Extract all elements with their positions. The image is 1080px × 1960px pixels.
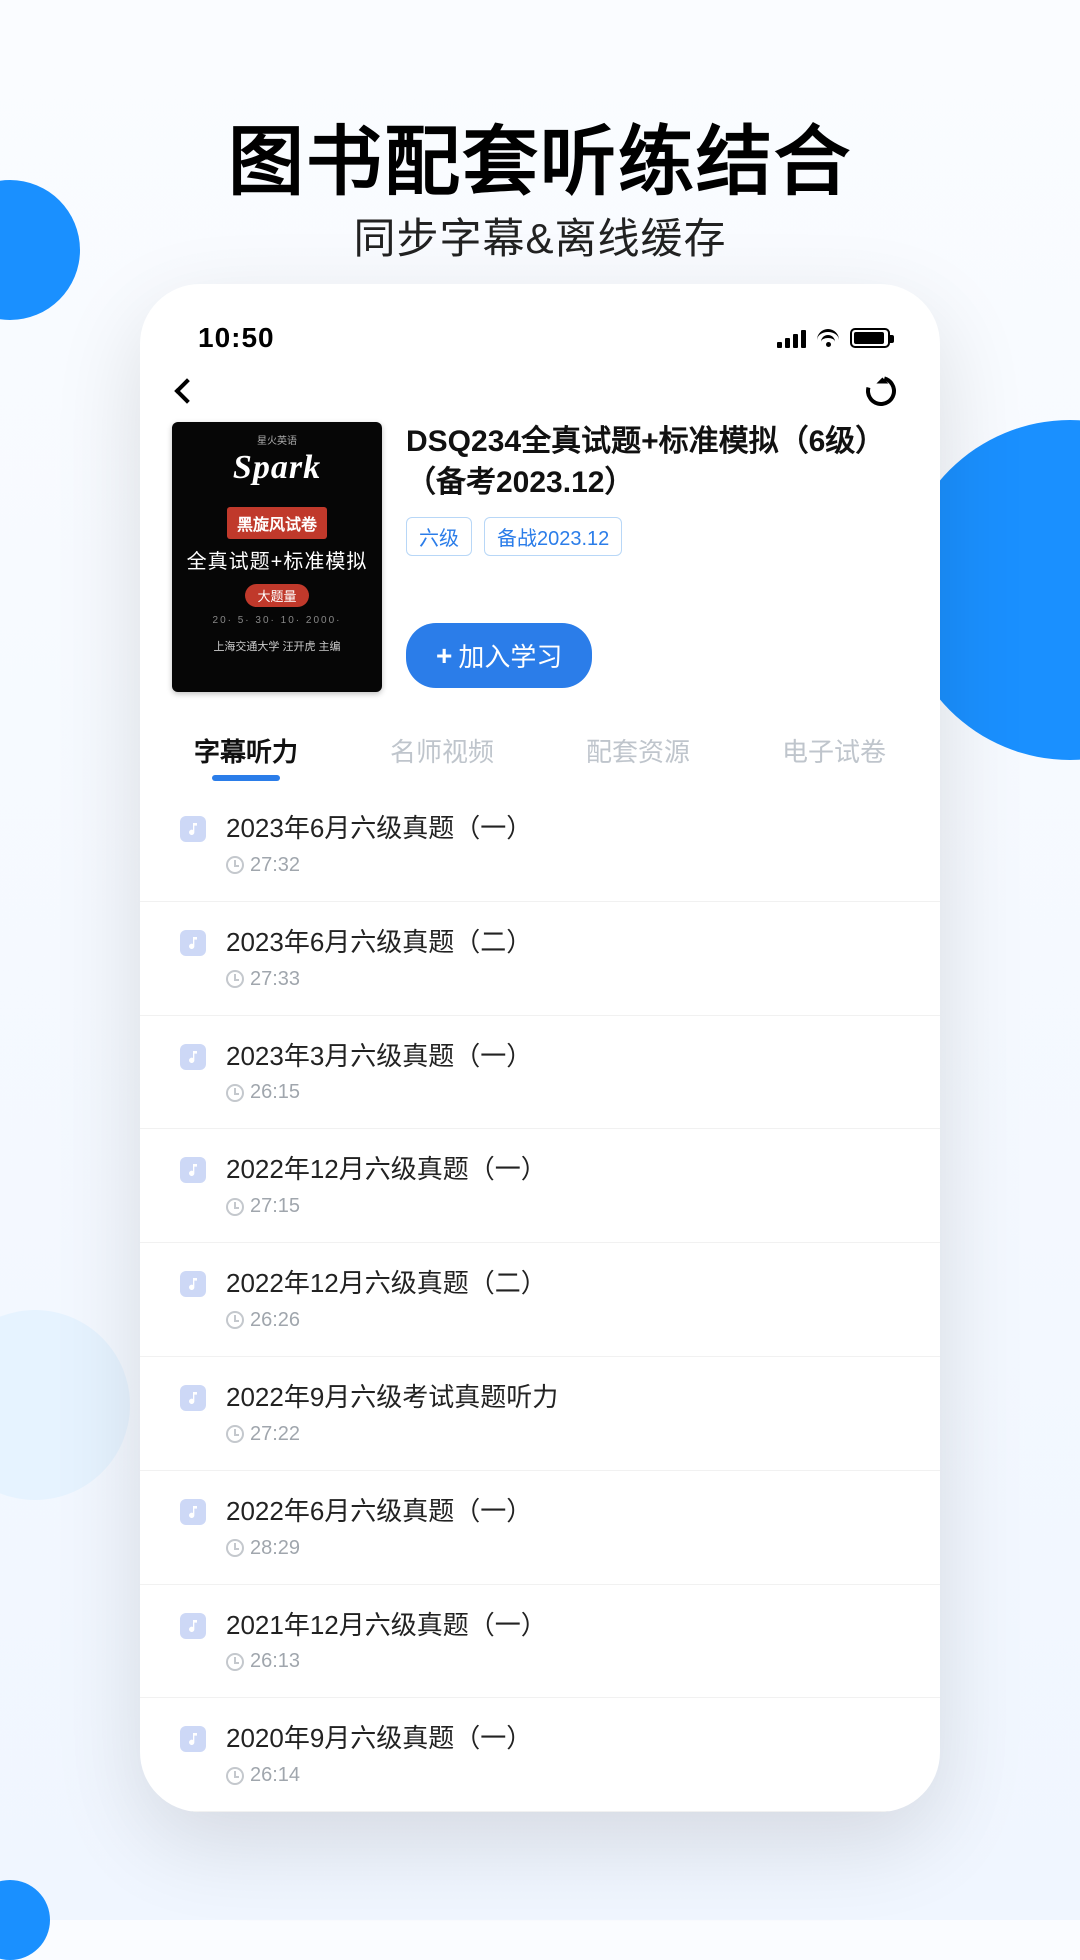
book-cover[interactable]: 星火英语 Spark 黑旋风试卷 全真试题+标准模拟 大题量 20· 5· 30… — [172, 422, 382, 692]
clock-icon — [226, 1653, 244, 1671]
audio-icon — [180, 816, 206, 842]
list-item[interactable]: 2020年9月六级真题（一） 26:14 — [140, 1698, 940, 1812]
wifi-icon — [816, 329, 840, 347]
audio-list[interactable]: 2023年6月六级真题（一）27:322023年6月六级真题（二）27:3320… — [140, 788, 940, 1812]
tab-subtitle-listening[interactable]: 字幕听力 — [190, 722, 302, 787]
tab-resources[interactable]: 配套资源 — [582, 722, 694, 787]
status-indicators — [777, 328, 890, 348]
cover-brand: Spark — [233, 449, 321, 487]
item-title: 2022年12月六级真题（一） — [226, 1153, 900, 1187]
tab-teacher-video[interactable]: 名师视频 — [386, 722, 498, 787]
clock-icon — [226, 1539, 244, 1557]
item-title: 2023年6月六级真题（二） — [226, 926, 900, 960]
list-item[interactable]: 2022年6月六级真题（一） 28:29 — [140, 1471, 940, 1585]
tab-exam-paper[interactable]: 电子试卷 — [778, 722, 890, 787]
phone-frame: 10:50 星火英语 Spark 黑旋风试卷 全真试题+标准模拟 大题量 20·… — [140, 284, 940, 1812]
audio-icon — [180, 1385, 206, 1411]
audio-icon — [180, 1157, 206, 1183]
list-item[interactable]: 2023年3月六级真题（一） 26:15 — [140, 1016, 940, 1130]
promo-subtitle: 同步字幕&离线缓存 — [0, 205, 1080, 266]
item-duration: 27:32 — [226, 854, 900, 877]
item-title: 2021年12月六级真题（一） — [226, 1609, 900, 1643]
list-item[interactable]: 2023年6月六级真题（一） 27:32 — [140, 788, 940, 902]
book-header: 星火英语 Spark 黑旋风试卷 全真试题+标准模拟 大题量 20· 5· 30… — [170, 416, 910, 718]
item-duration: 26:13 — [226, 1650, 900, 1673]
join-study-button[interactable]: + 加入学习 — [406, 623, 592, 688]
list-item[interactable]: 2022年12月六级真题（二） 26:26 — [140, 1243, 940, 1357]
clock-icon — [226, 970, 244, 988]
clock-icon — [226, 1084, 244, 1102]
item-title: 2022年12月六级真题（二） — [226, 1267, 900, 1301]
audio-icon — [180, 930, 206, 956]
status-bar: 10:50 — [170, 312, 910, 360]
clock-icon — [226, 856, 244, 874]
book-title: DSQ234全真试题+标准模拟（6级）（备考2023.12） — [406, 422, 908, 503]
back-icon[interactable] — [174, 378, 199, 403]
clock-icon — [226, 1767, 244, 1785]
cover-pill: 大题量 — [245, 584, 308, 607]
tag-exam[interactable]: 备战2023.12 — [484, 517, 622, 556]
join-label: 加入学习 — [458, 637, 562, 674]
tabs: 字幕听力 名师视频 配套资源 电子试卷 — [140, 718, 940, 788]
promo-title: 图书配套听练结合 — [0, 100, 1080, 210]
nav-bar — [170, 360, 910, 416]
cover-tag: 黑旋风试卷 — [227, 507, 327, 539]
item-duration: 27:22 — [226, 1423, 900, 1446]
cover-dots: 20· 5· 30· 10· 2000· — [213, 615, 342, 626]
item-duration: 28:29 — [226, 1537, 900, 1560]
audio-icon — [180, 1613, 206, 1639]
clock-icon — [226, 1425, 244, 1443]
refresh-icon[interactable] — [861, 371, 902, 412]
list-item[interactable]: 2023年6月六级真题（二） 27:33 — [140, 902, 940, 1016]
item-duration: 27:33 — [226, 968, 900, 991]
list-item[interactable]: 2021年12月六级真题（一） 26:13 — [140, 1585, 940, 1699]
clock-icon — [226, 1198, 244, 1216]
item-duration: 26:14 — [226, 1764, 900, 1787]
audio-icon — [180, 1271, 206, 1297]
item-title: 2023年3月六级真题（一） — [226, 1040, 900, 1074]
battery-icon — [850, 328, 890, 348]
list-item[interactable]: 2022年9月六级考试真题听力 27:22 — [140, 1357, 940, 1471]
item-title: 2022年9月六级考试真题听力 — [226, 1381, 900, 1415]
cover-publisher: 上海交通大学 汪开虎 主编 — [213, 638, 340, 654]
audio-icon — [180, 1726, 206, 1752]
item-duration: 26:15 — [226, 1081, 900, 1104]
audio-icon — [180, 1044, 206, 1070]
cover-main: 全真试题+标准模拟 — [187, 545, 368, 574]
list-item[interactable]: 2022年12月六级真题（一） 27:15 — [140, 1129, 940, 1243]
book-meta: DSQ234全真试题+标准模拟（6级）（备考2023.12） 六级 备战2023… — [406, 422, 908, 692]
item-duration: 26:26 — [226, 1309, 900, 1332]
item-title: 2022年6月六级真题（一） — [226, 1495, 900, 1529]
decorative-circle — [0, 1880, 50, 1960]
signal-icon — [777, 328, 806, 348]
plus-icon: + — [436, 642, 452, 670]
tag-row: 六级 备战2023.12 — [406, 517, 908, 556]
decorative-circle — [0, 1310, 130, 1500]
item-title: 2020年9月六级真题（一） — [226, 1722, 900, 1756]
item-duration: 27:15 — [226, 1195, 900, 1218]
tag-level[interactable]: 六级 — [406, 517, 472, 556]
audio-icon — [180, 1499, 206, 1525]
item-title: 2023年6月六级真题（一） — [226, 812, 900, 846]
clock-icon — [226, 1311, 244, 1329]
status-time: 10:50 — [198, 322, 275, 354]
